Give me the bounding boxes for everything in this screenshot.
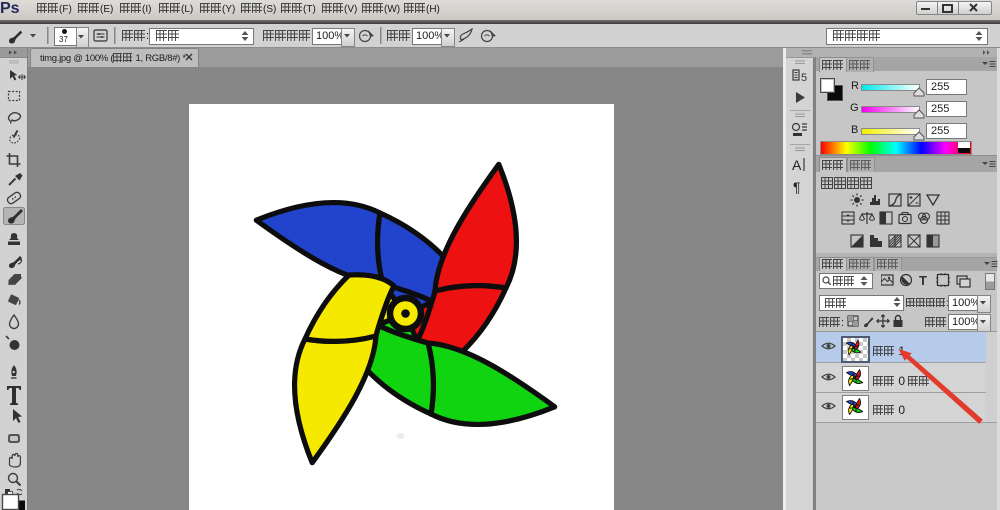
- svg-text:5: 5: [801, 72, 807, 84]
- svg-text:¶: ¶: [793, 179, 801, 195]
- svg-text:A: A: [792, 157, 802, 173]
- svg-text:T: T: [919, 273, 927, 288]
